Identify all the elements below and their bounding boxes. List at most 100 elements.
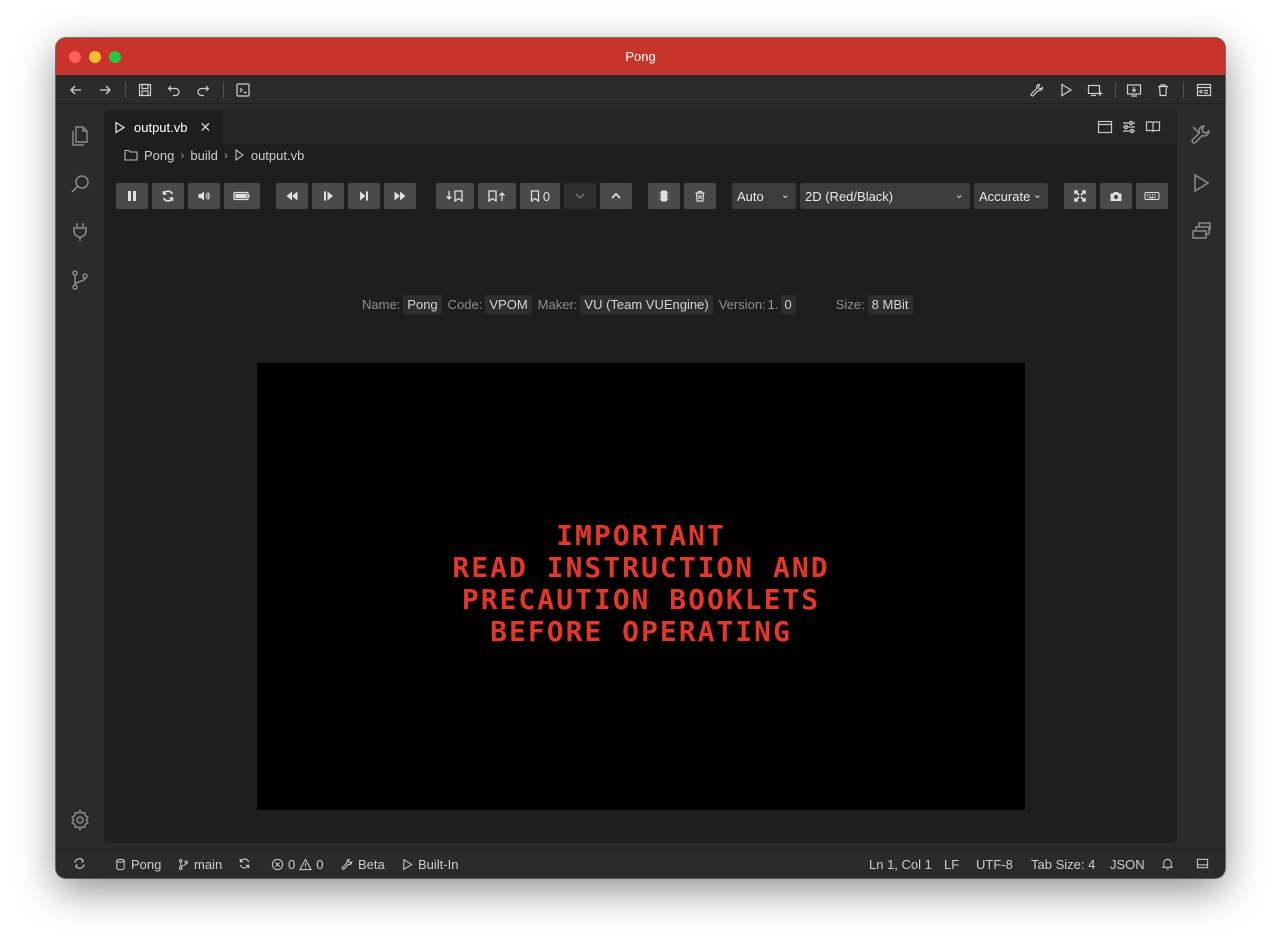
status-problems[interactable]: 00 <box>271 857 323 872</box>
status-emulator-label: Built-In <box>418 857 459 872</box>
chevron-down-icon: ⌄ <box>1032 189 1042 201</box>
close-tab-icon[interactable]: ✕ <box>200 119 212 136</box>
book-icon[interactable] <box>1145 119 1161 135</box>
rom-name-label: Name: <box>362 296 401 312</box>
forward-arrow-icon[interactable] <box>96 81 114 99</box>
load-state-button[interactable] <box>478 183 516 209</box>
explorer-files-icon[interactable] <box>68 124 92 148</box>
display-mode-select[interactable]: 2D (Red/Black) ⌄ <box>800 183 970 209</box>
folder-icon <box>124 149 138 161</box>
status-channel[interactable]: Beta <box>341 857 385 872</box>
status-branch-label: main <box>194 857 223 872</box>
rom-size-value: 8 MBit <box>867 294 913 314</box>
pause-button[interactable] <box>116 183 148 209</box>
warning-line-2: READ INSTRUCTION AND <box>452 551 830 584</box>
wrench-icon <box>341 858 353 870</box>
git-branch-icon <box>178 859 189 870</box>
screenshot-button[interactable] <box>1100 183 1132 209</box>
warning-line-1: IMPORTANT <box>556 519 726 552</box>
redo-icon[interactable] <box>194 81 212 99</box>
cartridge-button[interactable] <box>648 183 680 209</box>
plug-icon[interactable] <box>68 220 92 244</box>
gear-icon[interactable] <box>68 808 92 832</box>
run-icon[interactable] <box>1057 81 1075 99</box>
slot-up-button[interactable] <box>600 183 632 209</box>
clear-button[interactable] <box>684 183 716 209</box>
toggle-panel-icon[interactable] <box>1196 857 1209 870</box>
window-title: Pong <box>625 49 656 64</box>
keyboard-button[interactable] <box>1136 183 1168 209</box>
palette-select[interactable]: Auto ⌄ <box>732 183 796 209</box>
tab-output-vb[interactable]: output.vb ✕ <box>104 110 222 144</box>
frame-advance-button[interactable] <box>312 183 344 209</box>
run-emulator-icon[interactable] <box>1189 171 1213 195</box>
chevron-right-icon: › <box>223 148 228 162</box>
minimize-window-button[interactable] <box>89 51 101 63</box>
battery-button[interactable] <box>224 183 260 209</box>
status-encoding[interactable]: UTF-8 <box>976 857 1013 872</box>
rom-size-label: Size: <box>835 296 865 312</box>
split-editor-icon[interactable] <box>1097 119 1113 135</box>
slot-down-button[interactable] <box>564 183 596 209</box>
window-controls <box>69 51 121 63</box>
save-state-button[interactable] <box>436 183 474 209</box>
close-window-button[interactable] <box>69 51 81 63</box>
play-file-icon <box>115 120 126 134</box>
emulation-mode-select-value: Accurate <box>979 188 1031 204</box>
trash-icon[interactable] <box>1154 81 1172 99</box>
remote-icon[interactable] <box>73 857 86 870</box>
emulator-toolbar: 0 Auto ⌄ 2D (Red/Black) ⌄ Accurate ⌄ <box>116 183 1168 209</box>
save-icon[interactable] <box>136 81 154 99</box>
status-warnings: 0 <box>316 857 324 872</box>
source-control-icon[interactable] <box>68 268 92 292</box>
wrench-icon[interactable] <box>1028 81 1046 99</box>
back-arrow-icon[interactable] <box>67 81 85 99</box>
tab-label: output.vb <box>134 119 188 135</box>
editor-actions <box>1097 119 1161 135</box>
rom-code-label: Code: <box>447 296 483 312</box>
rom-version-minor: 0 <box>780 294 796 314</box>
sync-icon[interactable] <box>238 857 251 870</box>
sliders-icon[interactable] <box>1121 119 1137 135</box>
status-project[interactable]: Pong <box>114 857 161 872</box>
fast-forward-button[interactable] <box>384 183 416 209</box>
settings-panel-icon[interactable] <box>1195 81 1213 99</box>
status-eol[interactable]: LF <box>944 857 959 872</box>
save-slots-button[interactable]: 0 <box>520 183 560 209</box>
warning-screen-text: IMPORTANT READ INSTRUCTION AND PRECAUTIO… <box>257 520 1025 648</box>
step-button[interactable] <box>348 183 380 209</box>
status-tab-size[interactable]: Tab Size: 4 <box>1031 857 1095 872</box>
status-channel-label: Beta <box>358 857 385 872</box>
breadcrumb-item-file[interactable]: output.vb <box>251 148 305 163</box>
reset-button[interactable] <box>152 183 184 209</box>
status-cursor-position[interactable]: Ln 1, Col 1 <box>869 857 932 872</box>
status-language[interactable]: JSON <box>1110 857 1145 872</box>
audio-button[interactable] <box>188 183 220 209</box>
search-icon[interactable] <box>68 172 92 196</box>
status-emulator[interactable]: Built-In <box>401 857 458 872</box>
add-to-device-icon[interactable] <box>1086 81 1104 99</box>
warning-icon <box>299 858 313 871</box>
chevron-down-icon: ⌄ <box>954 189 964 201</box>
emulator-screen[interactable]: IMPORTANT READ INSTRUCTION AND PRECAUTIO… <box>257 363 1025 810</box>
terminal-icon[interactable] <box>234 81 252 99</box>
status-branch[interactable]: main <box>177 857 222 872</box>
fullscreen-button[interactable] <box>1064 183 1096 209</box>
rewind-button[interactable] <box>276 183 308 209</box>
bell-icon[interactable] <box>1161 857 1174 870</box>
rom-version-label: Version: <box>718 296 766 312</box>
flash-cartridge-icon[interactable] <box>1189 219 1213 243</box>
status-bar: Pong main 00 Beta Built-In Ln 1, Col 1 L… <box>56 849 1225 878</box>
build-tools-icon[interactable] <box>1189 123 1213 147</box>
maximize-window-button[interactable] <box>109 51 121 63</box>
breadcrumb-item-project[interactable]: Pong <box>144 148 174 163</box>
undo-icon[interactable] <box>165 81 183 99</box>
breadcrumb-item-folder[interactable]: build <box>190 148 217 163</box>
rom-code-value: VPOM <box>485 294 532 314</box>
rom-maker-value: VU (Team VUEngine) <box>580 294 713 314</box>
flash-device-icon[interactable] <box>1125 81 1143 99</box>
status-project-label: Pong <box>131 857 162 872</box>
emulation-mode-select[interactable]: Accurate ⌄ <box>974 183 1048 209</box>
play-icon <box>403 858 413 871</box>
display-mode-select-value: 2D (Red/Black) <box>805 188 894 204</box>
